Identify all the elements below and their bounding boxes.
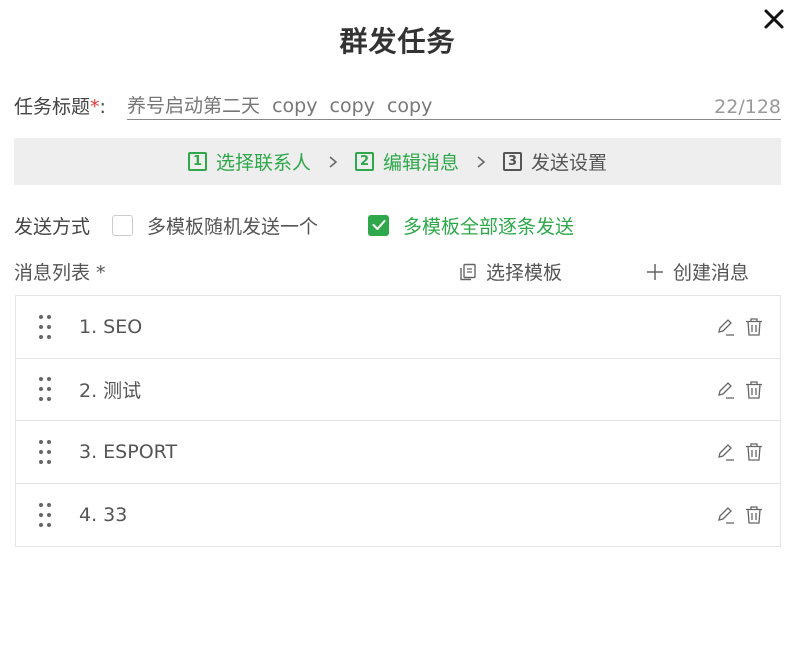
- pencil-icon[interactable]: [715, 442, 735, 462]
- select-template-button[interactable]: 选择模板: [458, 258, 562, 285]
- checkbox-unchecked[interactable]: [112, 214, 134, 236]
- message-item-label: 3. ESPORT: [79, 440, 178, 463]
- message-item-actions: [715, 317, 764, 337]
- copy-icon: [460, 263, 476, 280]
- step-label: 发送设置: [531, 152, 608, 174]
- pencil-icon[interactable]: [715, 505, 735, 525]
- task-title-input[interactable]: 养号启动第二天 copy copy copy: [127, 90, 781, 120]
- step-label: 编辑消息: [382, 152, 459, 174]
- dialog-title: 群发任务: [339, 25, 456, 58]
- label-colon: :: [99, 96, 106, 118]
- close-icon[interactable]: [761, 6, 787, 32]
- option-label: 多模板随机发送一个: [147, 215, 319, 238]
- chevron-right-icon: [477, 155, 486, 168]
- plus-icon: [647, 263, 663, 280]
- message-item-actions: [715, 505, 764, 525]
- pencil-icon[interactable]: [715, 317, 735, 337]
- check-icon: [372, 220, 386, 230]
- step-number: 3: [503, 152, 522, 171]
- option-label: 多模板全部逐条发送: [403, 215, 575, 238]
- trash-icon[interactable]: [744, 505, 764, 525]
- message-item[interactable]: 2. 测试: [16, 359, 780, 421]
- message-item-actions: [715, 380, 764, 400]
- message-item-label: 4. 33: [79, 503, 128, 526]
- send-mode-label: 发送方式: [14, 215, 91, 238]
- trash-icon[interactable]: [744, 317, 764, 337]
- task-title-value: 养号启动第二天 copy copy copy: [127, 95, 433, 117]
- message-list: 1. SEO 2. 测试 3. ESPORT 4. 33: [15, 295, 781, 547]
- chevron-right-icon: [329, 155, 338, 168]
- drag-handle-icon[interactable]: [38, 376, 52, 402]
- step-label: 选择联系人: [215, 152, 311, 174]
- required-mark: *: [90, 96, 100, 118]
- step-progress-bar: 1 选择联系人 2 编辑消息 3 发送设置: [14, 138, 781, 185]
- task-title-char-count: 22/128: [714, 96, 781, 118]
- message-item-label: 2. 测试: [79, 379, 142, 402]
- drag-handle-icon[interactable]: [38, 314, 52, 340]
- checkbox-checked[interactable]: [368, 214, 390, 236]
- message-item-label: 1. SEO: [79, 315, 143, 338]
- drag-handle-icon[interactable]: [38, 502, 52, 528]
- message-list-header: 消息列表 * 选择模板 创建消息: [14, 258, 781, 284]
- step-send-settings[interactable]: 3 发送设置: [503, 148, 607, 175]
- task-title-row: 任务标题*: 养号启动第二天 copy copy copy 22/128: [14, 90, 781, 122]
- drag-handle-icon[interactable]: [38, 439, 52, 465]
- step-number: 1: [187, 152, 207, 171]
- message-list-title: 消息列表 *: [14, 262, 106, 284]
- option-random-one[interactable]: 多模板随机发送一个: [112, 212, 318, 239]
- message-item[interactable]: 3. ESPORT: [16, 421, 780, 484]
- send-mode-row: 发送方式 多模板随机发送一个 多模板全部逐条发送: [14, 212, 574, 238]
- option-send-all[interactable]: 多模板全部逐条发送: [368, 212, 574, 239]
- message-item[interactable]: 4. 33: [16, 484, 780, 547]
- create-message-button[interactable]: 创建消息: [645, 258, 749, 285]
- step-number: 2: [354, 152, 374, 171]
- select-template-label: 选择模板: [486, 262, 563, 284]
- step-edit-message[interactable]: 2 编辑消息: [354, 148, 459, 175]
- trash-icon[interactable]: [744, 442, 764, 462]
- step-select-contacts[interactable]: 1 选择联系人: [187, 148, 311, 175]
- message-item-actions: [715, 442, 764, 462]
- pencil-icon[interactable]: [715, 380, 735, 400]
- trash-icon[interactable]: [744, 380, 764, 400]
- create-message-label: 创建消息: [673, 262, 750, 284]
- task-title-label-text: 任务标题: [14, 96, 91, 118]
- message-item[interactable]: 1. SEO: [16, 296, 780, 359]
- task-title-label: 任务标题*:: [14, 92, 106, 119]
